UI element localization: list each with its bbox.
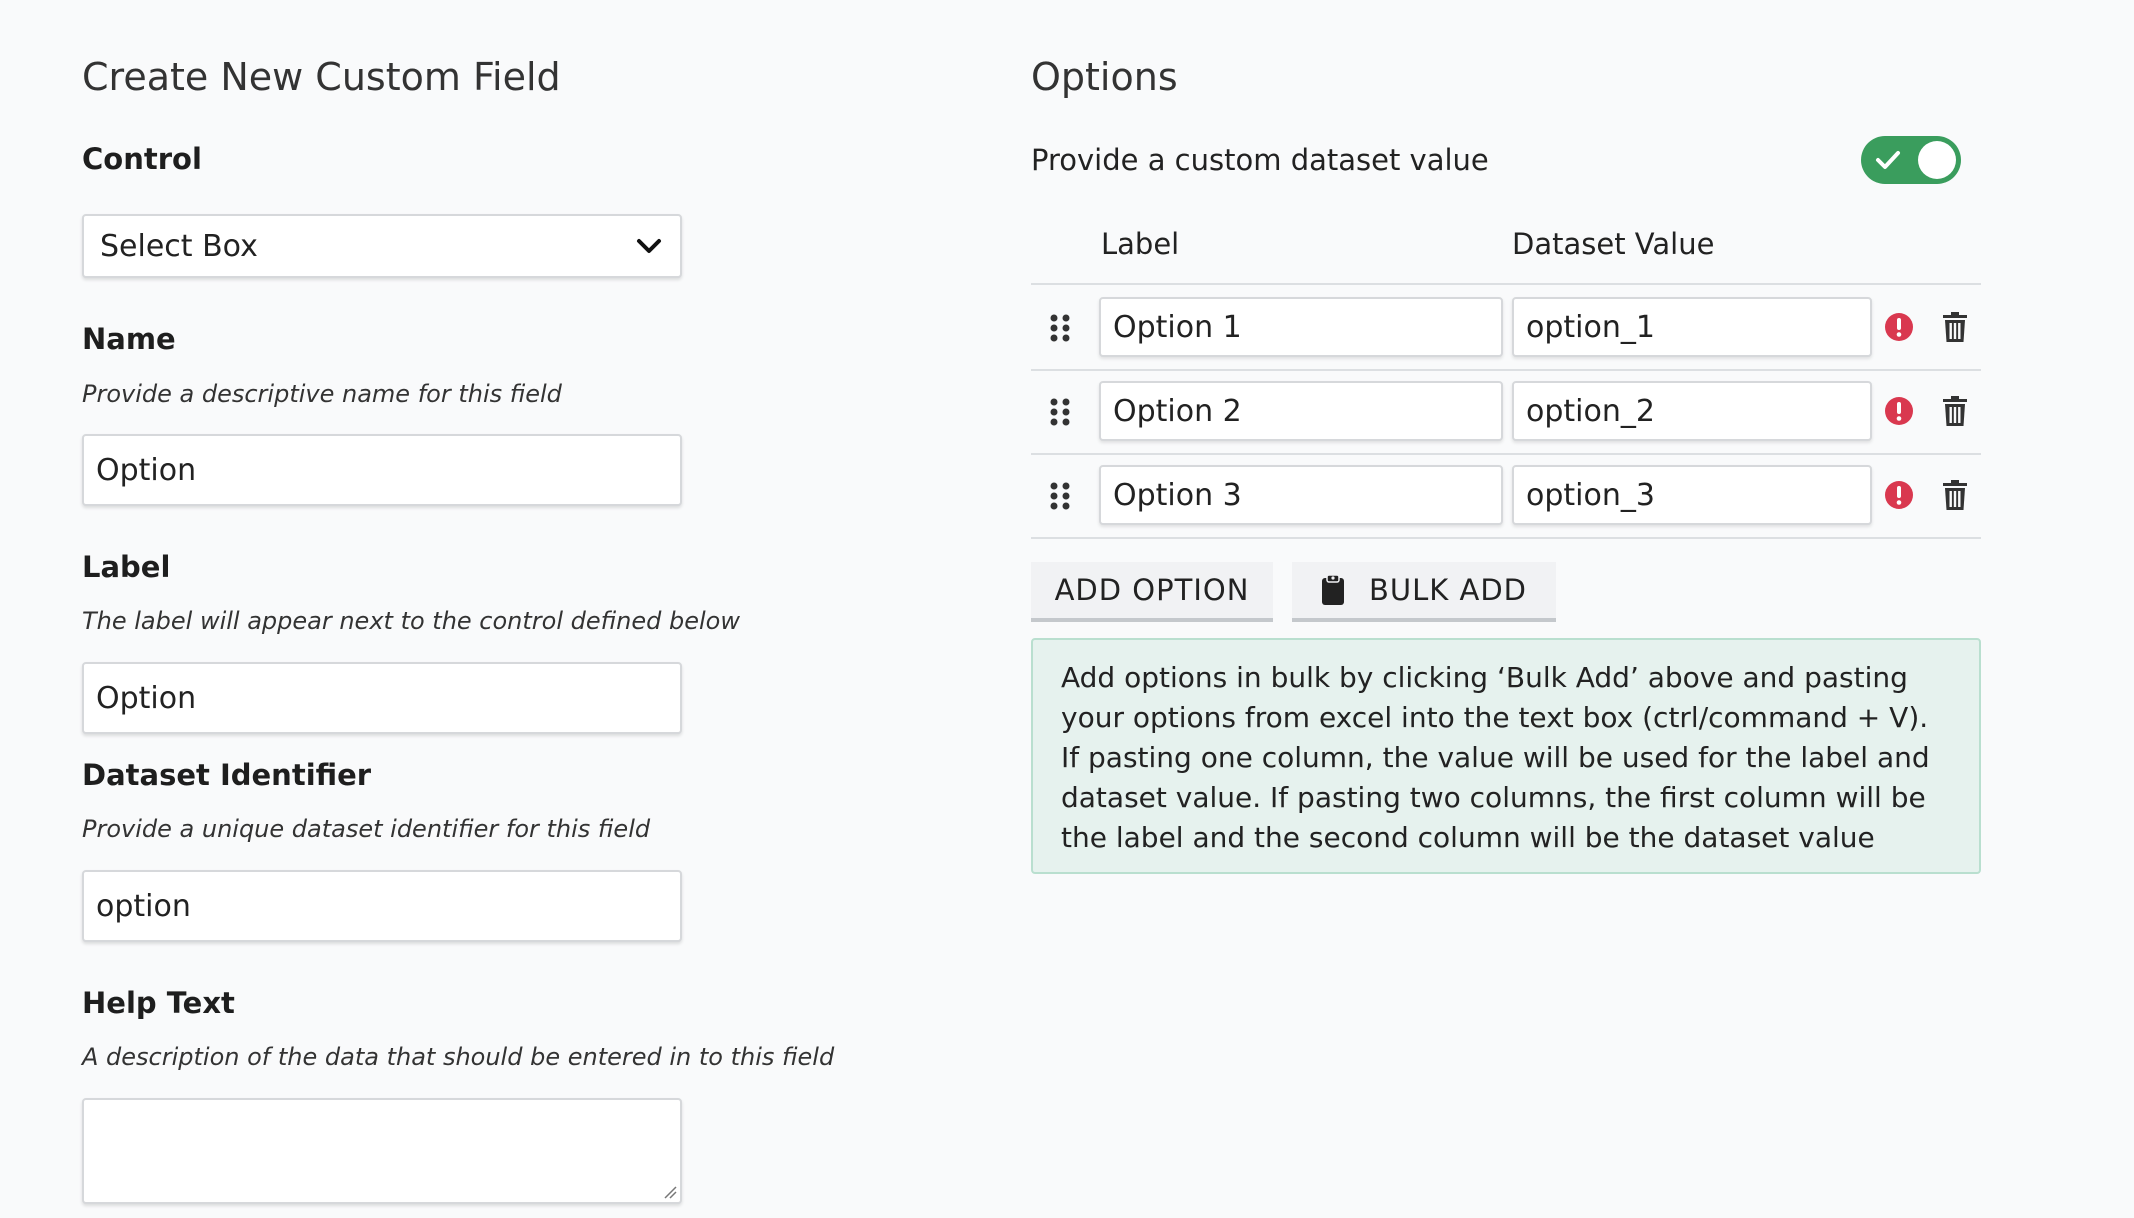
label-help: The label will appear next to the contro…: [82, 607, 740, 635]
trash-icon[interactable]: [1941, 395, 1969, 427]
help-text-label: Help Text: [82, 986, 235, 1020]
bulk-add-button[interactable]: BULK ADD: [1292, 562, 1556, 622]
option-label-input[interactable]: Option 3: [1099, 465, 1503, 525]
option-label-value: Option 1: [1113, 309, 1242, 345]
name-label: Name: [82, 322, 176, 356]
custom-dataset-toggle[interactable]: [1861, 136, 1961, 184]
toggle-knob: [1918, 141, 1956, 179]
label-input-value: Option: [96, 680, 197, 716]
option-value-input[interactable]: option_1: [1512, 297, 1872, 357]
custom-field-editor: Create New Custom Field Control Select B…: [0, 0, 2134, 1218]
add-option-button-label: ADD OPTION: [1054, 573, 1250, 607]
option-row: Option 1 option_1: [1031, 285, 1981, 369]
drag-handle-icon[interactable]: [1049, 313, 1071, 343]
option-value-value: option_3: [1526, 477, 1655, 513]
dataset-identifier-help: Provide a unique dataset identifier for …: [82, 815, 651, 843]
dataset-identifier-label: Dataset Identifier: [82, 758, 372, 792]
name-input-value: Option: [96, 452, 197, 488]
option-row: Option 3 option_3: [1031, 453, 1981, 537]
name-input[interactable]: Option: [82, 434, 682, 506]
exclamation-circle-icon: [1885, 313, 1913, 341]
page-title: Create New Custom Field: [82, 55, 561, 99]
custom-dataset-toggle-label: Provide a custom dataset value: [1031, 143, 1489, 177]
chevron-down-icon: [637, 239, 661, 253]
exclamation-circle-icon: [1885, 397, 1913, 425]
control-label: Control: [82, 142, 202, 176]
option-value-input[interactable]: option_2: [1512, 381, 1872, 441]
option-value-value: option_2: [1526, 393, 1655, 429]
trash-icon[interactable]: [1941, 311, 1969, 343]
column-header-label: Label: [1101, 227, 1180, 261]
help-text-help: A description of the data that should be…: [82, 1043, 835, 1071]
label-input[interactable]: Option: [82, 662, 682, 734]
control-select[interactable]: Select Box: [82, 214, 682, 278]
options-title: Options: [1031, 55, 1178, 99]
bulk-add-info-text: Add options in bulk by clicking ‘Bulk Ad…: [1061, 661, 1930, 854]
option-value-value: option_1: [1526, 309, 1655, 345]
resize-grip-icon[interactable]: [663, 1185, 677, 1199]
help-text-textarea[interactable]: [82, 1098, 682, 1204]
drag-handle-icon[interactable]: [1049, 481, 1071, 511]
check-icon: [1876, 151, 1900, 169]
option-label-input[interactable]: Option 2: [1099, 381, 1503, 441]
option-label-input[interactable]: Option 1: [1099, 297, 1503, 357]
column-header-dataset-value: Dataset Value: [1512, 227, 1715, 261]
clipboard-icon: [1321, 574, 1344, 605]
exclamation-circle-icon: [1885, 481, 1913, 509]
drag-handle-icon[interactable]: [1049, 397, 1071, 427]
dataset-identifier-input[interactable]: option: [82, 870, 682, 942]
trash-icon[interactable]: [1941, 479, 1969, 511]
bulk-add-button-label: BULK ADD: [1368, 573, 1527, 607]
table-divider: [1031, 537, 1981, 539]
bulk-add-info-box: Add options in bulk by clicking ‘Bulk Ad…: [1031, 638, 1981, 874]
option-row: Option 2 option_2: [1031, 369, 1981, 453]
label-label: Label: [82, 550, 171, 584]
add-option-button[interactable]: ADD OPTION: [1031, 562, 1273, 622]
option-label-value: Option 2: [1113, 393, 1242, 429]
control-select-value: Select Box: [100, 228, 258, 264]
option-label-value: Option 3: [1113, 477, 1242, 513]
name-help: Provide a descriptive name for this fiel…: [82, 380, 562, 408]
option-value-input[interactable]: option_3: [1512, 465, 1872, 525]
dataset-identifier-input-value: option: [96, 888, 191, 924]
